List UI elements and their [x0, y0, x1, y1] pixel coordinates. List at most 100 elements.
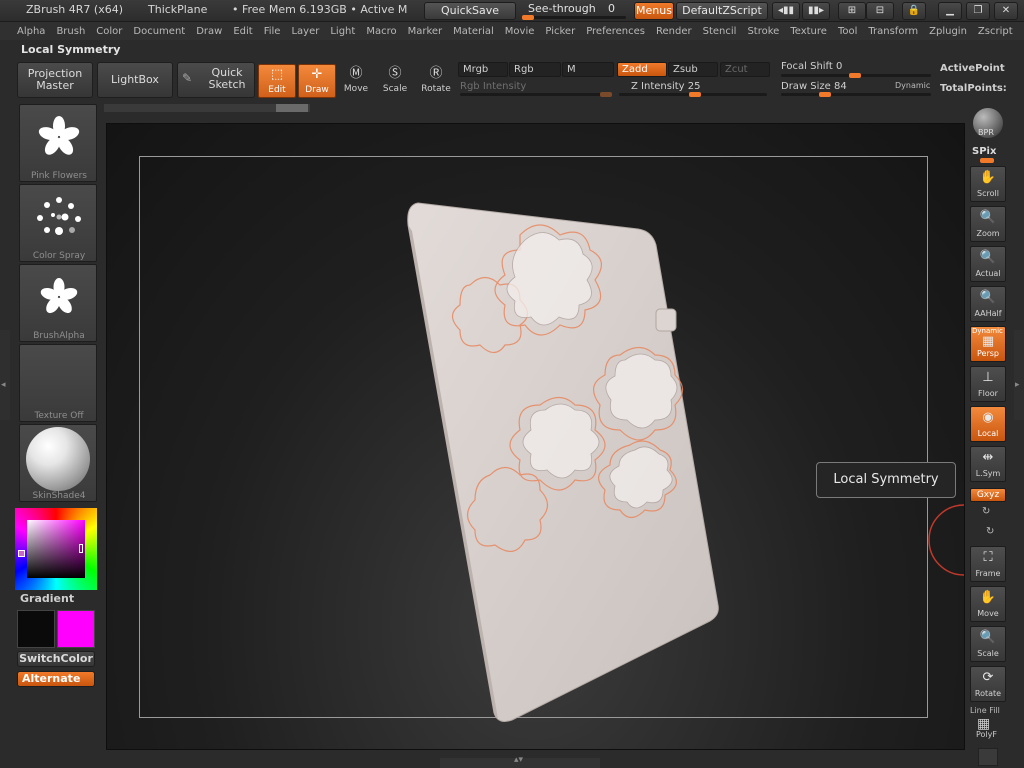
left-tray-handle[interactable]: ◂	[0, 330, 10, 420]
see-through-knob[interactable]	[522, 15, 534, 20]
zadd-toggle[interactable]: Zadd	[617, 62, 667, 77]
zoom-button[interactable]: 🔍 Zoom	[970, 206, 1006, 242]
bottom-tray-handle[interactable]: ▴▾	[440, 755, 600, 768]
local-symmetry-button[interactable]: ⇹ L.Sym	[970, 446, 1006, 482]
menu-transform[interactable]: Transform	[868, 26, 918, 37]
local-button[interactable]: ◉ Local	[970, 406, 1006, 442]
z-intensity-slider[interactable]: Z Intensity 25	[617, 80, 769, 97]
focal-shift-knob[interactable]	[849, 73, 861, 78]
primary-color-swatch[interactable]	[17, 610, 55, 648]
thick-plane-mesh[interactable]	[400, 195, 730, 730]
document-tab-handle[interactable]	[276, 104, 308, 112]
rotate-view-button[interactable]: ⟳ Rotate	[970, 666, 1006, 702]
menu-tool[interactable]: Tool	[838, 26, 857, 37]
menu-edit[interactable]: Edit	[233, 26, 252, 37]
tray-right-icon[interactable]: ▮▮▸	[802, 2, 830, 20]
projection-master-button[interactable]: Projection Master	[17, 62, 93, 98]
persp-button[interactable]: Dynamic ▦ Persp	[970, 326, 1006, 362]
restore-icon[interactable]: ❐	[966, 2, 990, 20]
frame-button[interactable]: ⛶ Frame	[970, 546, 1006, 582]
picker-hue-marker[interactable]	[18, 550, 25, 557]
menu-macro[interactable]: Macro	[366, 26, 396, 37]
close-icon[interactable]: ✕	[994, 2, 1018, 20]
secondary-color-swatch[interactable]	[57, 610, 95, 648]
stroke-thumbnail[interactable]: Color Spray	[19, 184, 97, 262]
menu-picker[interactable]: Picker	[545, 26, 575, 37]
menu-file[interactable]: File	[264, 26, 281, 37]
rotate-y-icon[interactable]: ↻	[982, 506, 990, 517]
picker-saturation-marker[interactable]	[79, 544, 83, 553]
scale-icon: Ⓢ	[388, 66, 402, 81]
brush-thumbnail[interactable]: Pink Flowers	[19, 104, 97, 182]
menu-alpha[interactable]: Alpha	[17, 26, 45, 37]
switch-color-button[interactable]: SwitchColor	[17, 651, 95, 667]
scroll-button[interactable]: ✋ Scroll	[970, 166, 1006, 202]
menus-button[interactable]: Menus	[634, 2, 674, 20]
menu-texture[interactable]: Texture	[790, 26, 827, 37]
rgb-toggle[interactable]: Rgb	[509, 62, 561, 77]
quick-sketch-button[interactable]: ✎ Quick Sketch	[177, 62, 255, 98]
draw-size-knob[interactable]	[819, 92, 831, 97]
menu-preferences[interactable]: Preferences	[586, 26, 645, 37]
focal-shift-slider[interactable]: Focal Shift 0	[779, 61, 934, 78]
draw-size-slider[interactable]: Draw Size 84 Dynamic	[779, 80, 934, 97]
color-picker-square[interactable]	[27, 520, 85, 578]
menu-layer[interactable]: Layer	[291, 26, 319, 37]
z-intensity-knob[interactable]	[689, 92, 701, 97]
see-through-slider[interactable]: See-through 0	[518, 1, 630, 21]
scale-mode-button[interactable]: Ⓢ Scale	[376, 64, 414, 98]
draw-icon: ✛	[311, 67, 323, 82]
dynamic-toggle[interactable]: Dynamic	[895, 81, 930, 90]
move-view-button[interactable]: ✋ Move	[970, 586, 1006, 622]
menu-render[interactable]: Render	[656, 26, 692, 37]
menu-brush[interactable]: Brush	[56, 26, 85, 37]
menu-zscript[interactable]: Zscript	[978, 26, 1013, 37]
aahalf-button[interactable]: 🔍 AAHalf	[970, 286, 1006, 322]
menu-stroke[interactable]: Stroke	[747, 26, 779, 37]
xyz-button[interactable]: Gxyz	[970, 488, 1006, 502]
menu-light[interactable]: Light	[330, 26, 355, 37]
menu-document[interactable]: Document	[133, 26, 185, 37]
zsub-toggle[interactable]: Zsub	[668, 62, 718, 77]
m-toggle[interactable]: M	[562, 62, 614, 77]
spix-slider[interactable]: SPix	[970, 146, 1006, 163]
alpha-thumbnail[interactable]: BrushAlpha	[19, 264, 97, 342]
tray-left-icon[interactable]: ◂▮▮	[772, 2, 800, 20]
menu-zplugin[interactable]: Zplugin	[929, 26, 967, 37]
layout-icon[interactable]: ⊞	[838, 2, 866, 20]
material-thumbnail[interactable]: SkinShade4	[19, 424, 97, 502]
transparency-button[interactable]	[978, 748, 998, 766]
draw-mode-button[interactable]: ✛ Draw	[298, 64, 336, 98]
menu-material[interactable]: Material	[453, 26, 494, 37]
lightbox-button[interactable]: LightBox	[97, 62, 173, 98]
menu-draw[interactable]: Draw	[196, 26, 222, 37]
layout-alt-icon[interactable]: ⊟	[866, 2, 894, 20]
texture-thumbnail[interactable]: Texture Off	[19, 344, 97, 422]
floor-button[interactable]: ⊥ Floor	[970, 366, 1006, 402]
spix-knob[interactable]	[980, 158, 994, 163]
polyf-button[interactable]: Line Fill ▦ PolyF	[970, 706, 1006, 742]
alternate-button[interactable]: Alternate	[17, 671, 95, 687]
right-tray-handle[interactable]: ▸	[1014, 330, 1024, 420]
lock-icon[interactable]: 🔒	[902, 2, 926, 20]
minimize-icon[interactable]: ▁	[938, 2, 962, 20]
rgb-intensity-slider[interactable]: Rgb Intensity	[458, 80, 614, 97]
rgb-intensity-knob[interactable]	[600, 92, 612, 97]
scale-view-button[interactable]: 🔍 Scale	[970, 626, 1006, 662]
quicksave-button[interactable]: QuickSave	[424, 2, 516, 20]
rotate-z-icon[interactable]: ↻	[986, 526, 994, 537]
zcut-toggle[interactable]: Zcut	[720, 62, 770, 77]
menu-movie[interactable]: Movie	[505, 26, 535, 37]
menu-marker[interactable]: Marker	[408, 26, 443, 37]
menu-stencil[interactable]: Stencil	[703, 26, 737, 37]
mrgb-toggle[interactable]: Mrgb	[458, 62, 508, 77]
menu-color[interactable]: Color	[96, 26, 122, 37]
color-picker-wheel[interactable]	[15, 508, 97, 590]
rotate-icon: Ⓡ	[429, 66, 443, 81]
bpr-button[interactable]: BPR	[970, 106, 1006, 142]
edit-mode-button[interactable]: ⬚ Edit	[258, 64, 296, 98]
default-zscript-button[interactable]: DefaultZScript	[676, 2, 768, 20]
rotate-mode-button[interactable]: Ⓡ Rotate	[417, 64, 455, 98]
actual-button[interactable]: 🔍 Actual	[970, 246, 1006, 282]
move-mode-button[interactable]: Ⓜ Move	[337, 64, 375, 98]
